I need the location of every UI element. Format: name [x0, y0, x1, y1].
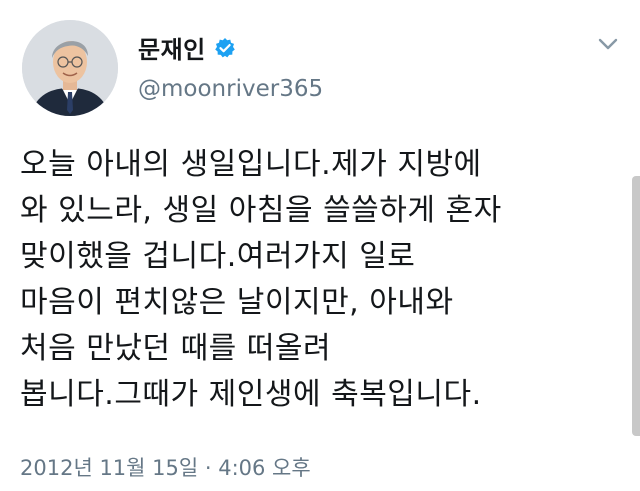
tweet-text-line: 오늘 아내의 생일입니다.제가 지방에 [20, 147, 482, 182]
tweet-text: 오늘 아내의 생일입니다.제가 지방에 와 있느라, 생일 아침을 쓸쓸하게 혼… [20, 142, 610, 418]
display-name[interactable]: 문재인 [138, 30, 206, 65]
verified-badge-icon [214, 37, 236, 59]
tweet-text-line: 와 있느라, 생일 아침을 쓸쓸하게 혼자 [20, 193, 502, 228]
tweet-text-line: 봅니다.그때가 제인생에 축복입니다. [20, 377, 482, 412]
username-handle[interactable]: @moonriver365 [138, 76, 323, 102]
tweet-text-line: 마음이 편치않은 날이지만, 아내와 [20, 285, 454, 320]
scrollbar[interactable] [632, 176, 640, 436]
chevron-down-icon[interactable] [597, 36, 619, 52]
tweet-card: 문재인 @moonriver365 오늘 아내의 생일입니다.제가 지방에 와 … [0, 0, 640, 491]
avatar-image [22, 20, 118, 116]
tweet-text-line: 맞이했을 겁니다.여러가지 일로 [20, 239, 416, 274]
tweet-timestamp[interactable]: 2012년 11월 15일 · 4:06 오후 [20, 452, 311, 482]
avatar[interactable] [22, 20, 118, 116]
tweet-text-line: 처음 만났던 때를 떠올려 [20, 331, 332, 366]
author-row: 문재인 [138, 30, 236, 65]
